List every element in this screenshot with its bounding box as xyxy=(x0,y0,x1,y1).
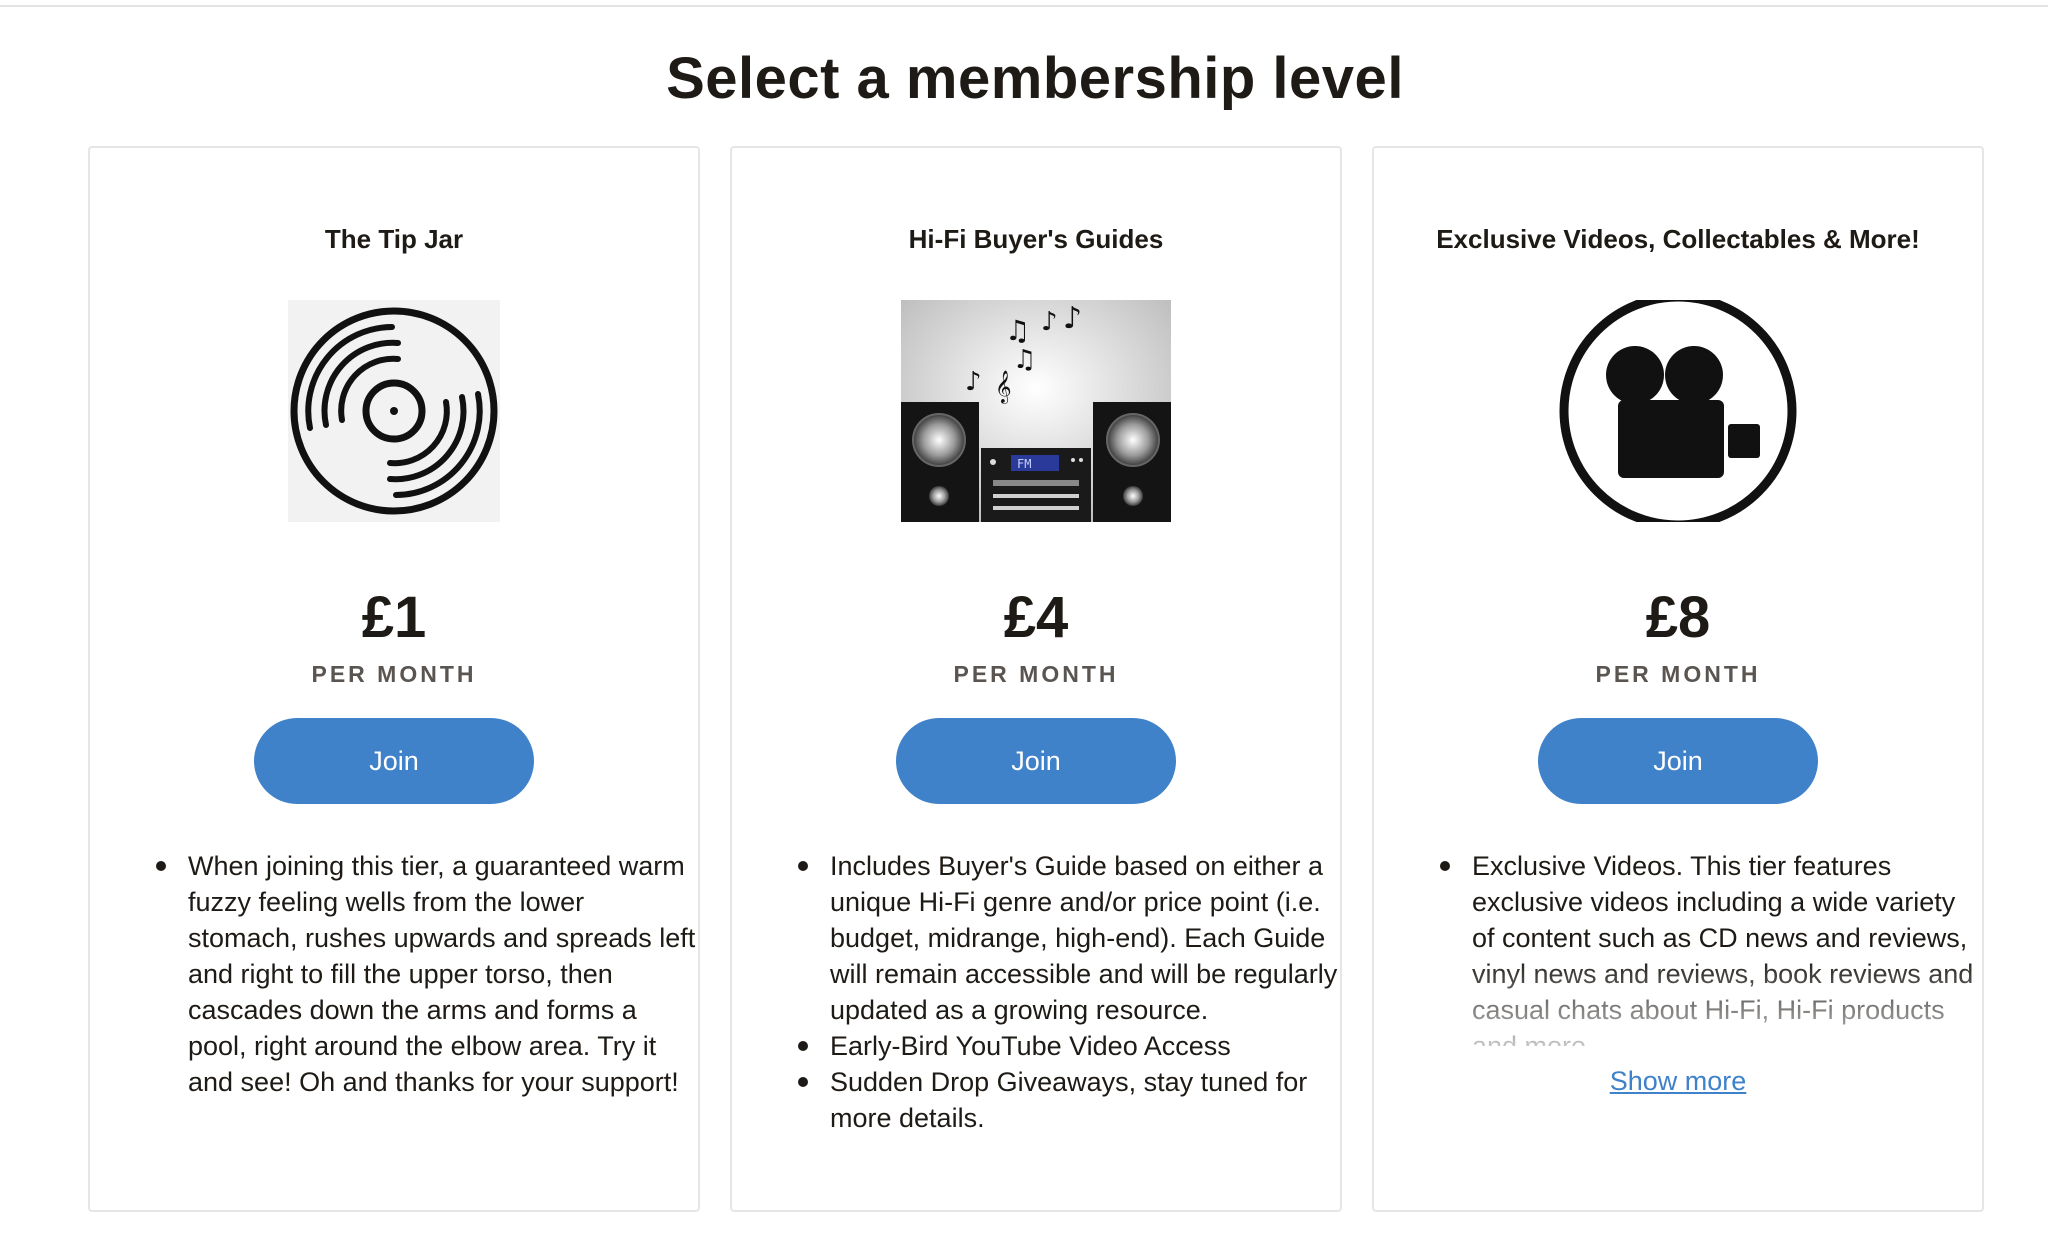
benefit-item: Early-Bird YouTube Video Access xyxy=(798,1028,1340,1064)
tier-price: £1 xyxy=(361,585,427,650)
tier-card-exclusive-videos: Exclusive Videos, Collectables & More! £… xyxy=(1372,146,1984,1212)
tier-price: £8 xyxy=(1645,585,1711,650)
tier-period: PER MONTH xyxy=(953,661,1119,687)
top-divider xyxy=(0,5,2048,7)
svg-text:♫: ♫ xyxy=(1013,345,1036,375)
stereo-display-text: FM xyxy=(1017,457,1031,471)
svg-text:♪: ♪ xyxy=(1041,307,1058,337)
tier-price: £4 xyxy=(1003,585,1069,650)
vinyl-record-icon xyxy=(288,300,500,527)
benefit-item: Exclusive Videos. This tier features exc… xyxy=(1440,848,1982,1046)
benefit-item: Includes Buyer's Guide based on either a… xyxy=(798,848,1340,1028)
benefit-item: When joining this tier, a guaranteed war… xyxy=(156,848,698,1100)
svg-text:♫: ♫ xyxy=(1005,314,1030,347)
benefits-list: When joining this tier, a guaranteed war… xyxy=(148,848,698,1100)
svg-text:♪: ♪ xyxy=(965,367,982,397)
page-title: Select a membership level xyxy=(666,46,1404,111)
svg-text:♪: ♪ xyxy=(1063,301,1082,336)
tier-period: PER MONTH xyxy=(311,661,477,687)
show-more-link[interactable]: Show more xyxy=(1374,1066,1982,1097)
tier-period: PER MONTH xyxy=(1595,661,1761,687)
svg-text:𝄞: 𝄞 xyxy=(995,370,1012,404)
benefits-list: Exclusive Videos. This tier features exc… xyxy=(1432,848,1982,1046)
join-button-exclusive-videos[interactable]: Join xyxy=(1538,718,1818,804)
tier-name: Exclusive Videos, Collectables & More! xyxy=(1436,224,1920,254)
tier-card-buyers-guides: Hi-Fi Buyer's Guides ♫ ♪ ♪ ♫ ♪ 𝄞 FM £4 P… xyxy=(730,146,1342,1212)
video-camera-icon xyxy=(1558,292,1798,530)
tier-name: Hi-Fi Buyer's Guides xyxy=(908,224,1164,254)
benefits-list: Includes Buyer's Guide based on either a… xyxy=(790,848,1340,1136)
stereo-system-icon: ♫ ♪ ♪ ♫ ♪ 𝄞 FM xyxy=(901,300,1171,527)
tier-name: The Tip Jar xyxy=(324,224,464,254)
tier-card-tip-jar: The Tip Jar £1 PER MONTH Join When joini… xyxy=(88,146,700,1212)
benefit-item: Sudden Drop Giveaways, stay tuned for mo… xyxy=(798,1064,1340,1136)
join-button-tip-jar[interactable]: Join xyxy=(254,718,534,804)
join-button-buyers-guides[interactable]: Join xyxy=(896,718,1176,804)
membership-tiers: The Tip Jar £1 PER MONTH Join When joini… xyxy=(88,146,1986,1214)
